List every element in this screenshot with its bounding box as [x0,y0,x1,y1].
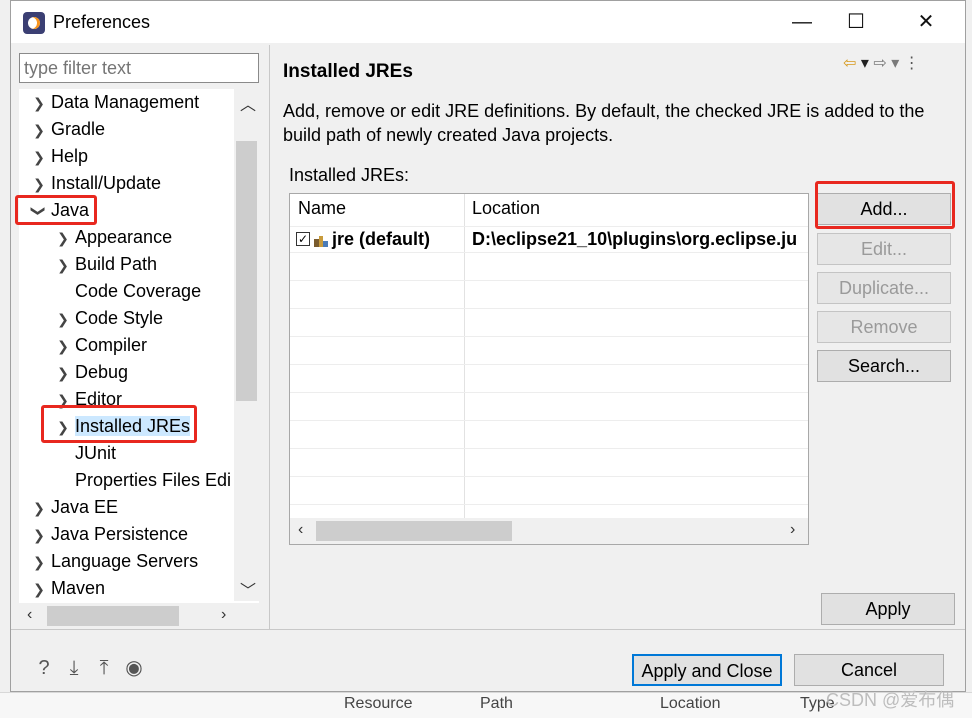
chevron-right-icon[interactable]: ❯ [51,360,75,386]
edit-jre-button[interactable]: Edit... [817,233,951,265]
background-column-path: Path [480,695,513,712]
chevron-right-icon[interactable]: ❯ [51,252,75,278]
tree-item-java-ee[interactable]: ❯ Java EE [27,494,118,521]
jre-table: Name Location ✓ jre (default) D:\eclipse… [289,193,809,545]
highlight-box-installed-jres [41,405,197,443]
forward-arrow-icon[interactable]: ⇨ [873,55,886,72]
column-header-name[interactable]: Name [298,198,346,219]
tree-item-appearance[interactable]: ❯ Appearance [51,224,172,251]
highlight-box-add [815,181,955,229]
row-separator [290,252,808,253]
back-arrow-icon[interactable]: ⇦ [843,55,856,72]
tree-vertical-scroll-thumb[interactable] [236,141,257,401]
row-separator [290,308,808,309]
chevron-right-icon[interactable]: ❯ [27,117,51,143]
tree-item-help[interactable]: ❯ Help [27,143,88,170]
history-navigation: ⇦ ▾ ⇨ ▾ ⋮ [843,53,920,73]
scroll-up-icon[interactable]: ︿ [240,91,256,115]
tree-vertical-scrollbar[interactable]: ︿ ﹀ [234,89,259,601]
preference-tree: ❯ Data Management ❯ Gradle ❯ Help ❯ Install/… [19,89,259,629]
installed-jres-label: Installed JREs: [289,165,410,185]
chevron-right-icon[interactable]: ❯ [51,225,75,251]
column-divider [464,194,465,518]
tree-item-build-path[interactable]: ❯ Build Path [51,251,157,278]
view-menu-icon[interactable]: ⋮ [904,55,920,72]
tree-item-properties-files-editor[interactable]: Properties Files Edi [51,467,231,494]
chevron-right-icon[interactable]: ❯ [27,171,51,197]
column-header-location[interactable]: Location [472,198,540,219]
table-horizontal-scroll-thumb[interactable] [316,521,512,541]
tree-item-maven[interactable]: ❯ Maven [27,575,105,602]
csdn-watermark: CSDN @爱布偶 [826,690,955,710]
remove-jre-button[interactable]: Remove [817,311,951,343]
apply-and-close-button[interactable]: Apply and Close [632,654,782,686]
tree-horizontal-scroll-thumb[interactable] [47,606,179,626]
tree-item-debug[interactable]: ❯ Debug [51,359,128,386]
tree-item-gradle[interactable]: ❯ Gradle [27,116,105,143]
jre-library-icon [314,236,328,247]
forward-menu-icon[interactable]: ▾ [891,55,899,72]
highlight-box-java [15,195,97,225]
duplicate-jre-button[interactable]: Duplicate... [817,272,951,304]
maximize-button[interactable]: ☐ [825,1,887,43]
minimize-button[interactable]: — [771,1,833,43]
title-bar: Preferences — ☐ ✕ [11,1,965,43]
panel-divider [269,45,270,629]
import-icon[interactable]: ⤓ [63,657,85,679]
cancel-button[interactable]: Cancel [794,654,944,686]
tree-horizontal-scrollbar[interactable]: ‹ › [19,603,259,629]
chevron-right-icon[interactable]: ❯ [51,333,75,359]
chevron-right-icon[interactable]: ❯ [27,522,51,548]
row-separator [290,448,808,449]
apply-button[interactable]: Apply [821,593,955,625]
scroll-right-icon[interactable]: › [790,521,795,539]
jre-default-checkbox[interactable]: ✓ [296,232,310,246]
page-description: Add, remove or edit JRE definitions. By … [283,101,925,145]
footer-separator [11,629,965,630]
search-jre-button[interactable]: Search... [817,350,951,382]
page-title: Installed JREs [283,61,413,82]
close-button[interactable]: ✕ [895,1,957,43]
filter-input[interactable] [19,53,259,83]
eclipse-logo-icon [23,12,45,34]
header-separator [290,226,808,227]
chevron-right-icon[interactable]: ❯ [27,576,51,602]
row-separator [290,392,808,393]
row-separator [290,364,808,365]
jre-location-cell[interactable]: D:\eclipse21_10\plugins\org.eclipse.ju [472,229,797,250]
back-menu-icon[interactable]: ▾ [861,55,869,72]
chevron-right-icon[interactable]: ❯ [27,549,51,575]
tree-item-data-management[interactable]: ❯ Data Management [27,89,199,116]
tree-item-compiler[interactable]: ❯ Compiler [51,332,147,359]
row-separator [290,336,808,337]
chevron-right-icon[interactable]: ❯ [27,144,51,170]
chevron-right-icon[interactable]: ❯ [51,306,75,332]
row-separator [290,280,808,281]
row-separator [290,504,808,505]
preferences-dialog: Preferences — ☐ ✕ ❯Data Management ❯Grad… [10,0,966,692]
background-column-location: Location [660,695,721,712]
help-icon[interactable]: ? [33,657,55,679]
oomph-recorder-icon[interactable]: ◉ [123,657,145,679]
scroll-left-icon[interactable]: ‹ [298,521,303,539]
tree-item-junit[interactable]: JUnit [51,440,116,467]
window-title: Preferences [53,12,151,32]
row-separator [290,420,808,421]
scroll-left-icon[interactable]: ‹ [27,606,32,624]
tree-item-code-coverage[interactable]: Code Coverage [51,278,201,305]
row-separator [290,476,808,477]
table-horizontal-scrollbar[interactable]: ‹ › [290,518,808,544]
scroll-down-icon[interactable]: ﹀ [240,577,256,601]
tree-item-install-update[interactable]: ❯ Install/Update [27,170,161,197]
scroll-right-icon[interactable]: › [221,606,226,624]
background-column-resource: Resource [344,695,413,712]
tree-item-code-style[interactable]: ❯ Code Style [51,305,163,332]
chevron-right-icon[interactable]: ❯ [27,495,51,521]
tree-item-java-persistence[interactable]: ❯ Java Persistence [27,521,188,548]
export-icon[interactable]: ⤒ [93,657,115,679]
tree-item-language-servers[interactable]: ❯ Language Servers [27,548,198,575]
jre-name-cell[interactable]: jre (default) [332,229,430,250]
chevron-right-icon[interactable]: ❯ [27,90,51,116]
